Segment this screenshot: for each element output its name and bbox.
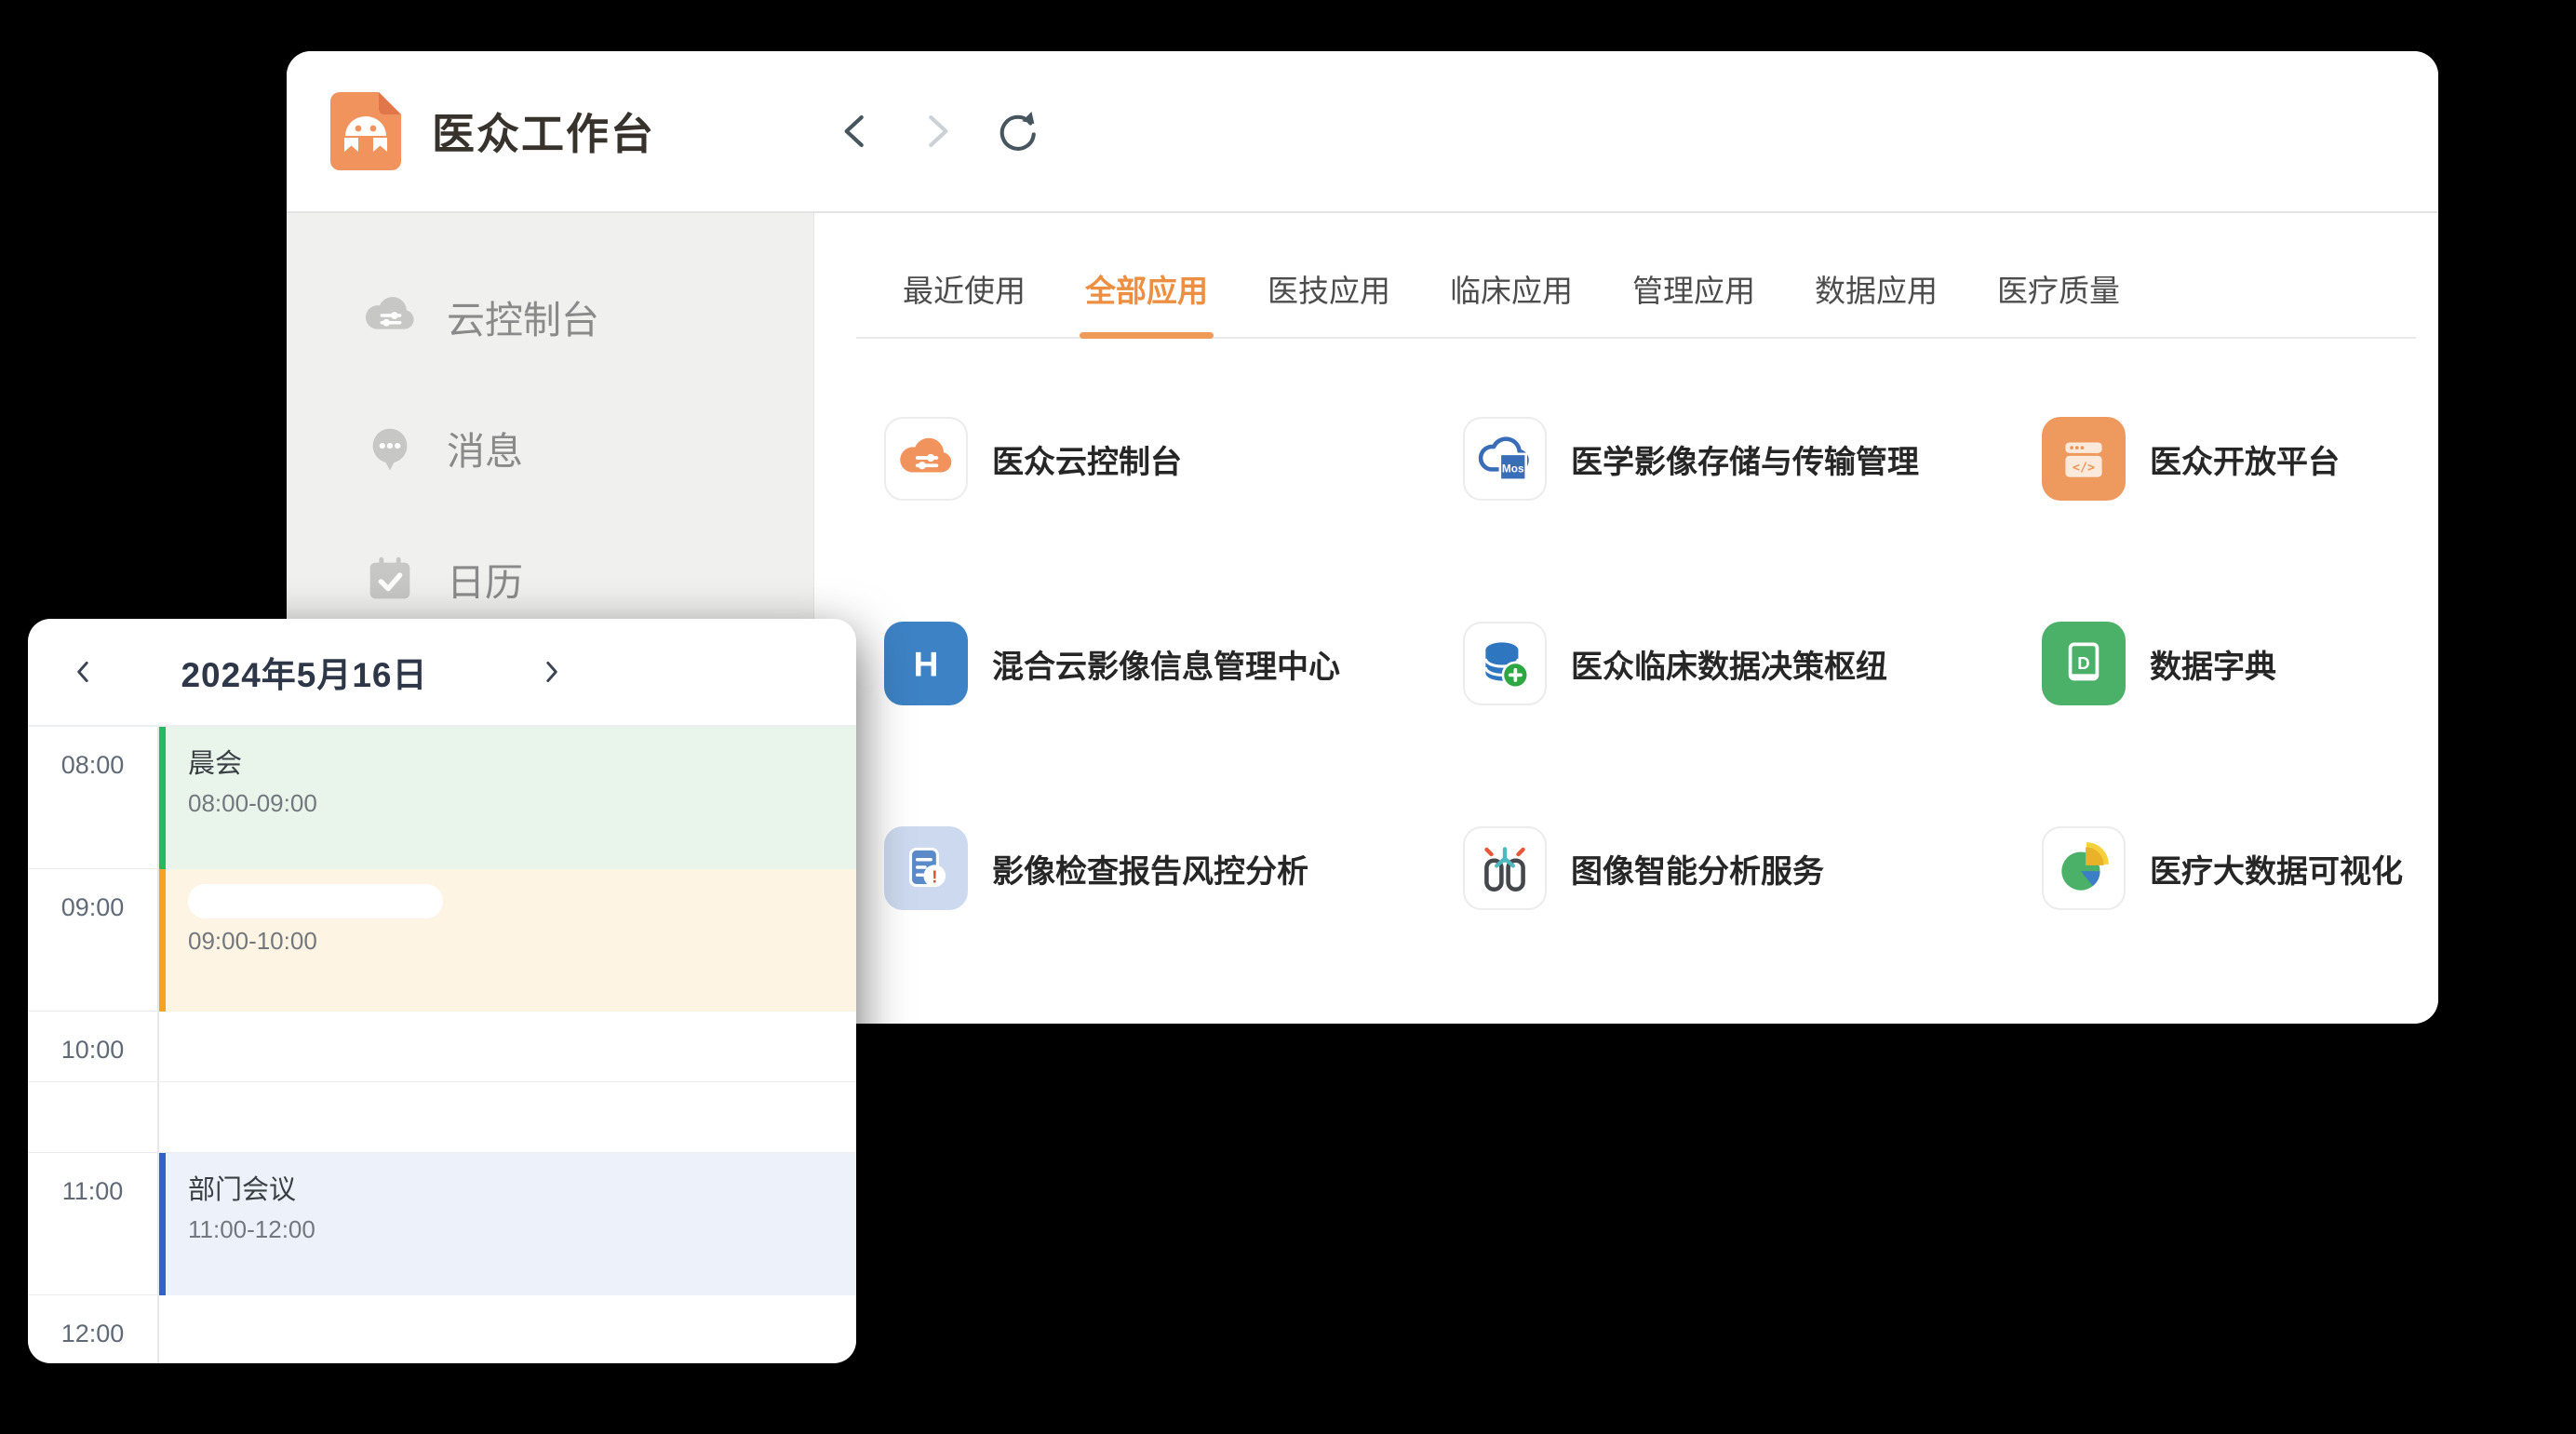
tab-4[interactable]: 临床应用 [1446, 266, 1576, 337]
window-header: 医众工作台 [287, 51, 2438, 213]
refresh-icon [993, 108, 1040, 154]
calendar-slot-08:00: 08:00 晨会 08:00-09:00 [28, 727, 856, 869]
app-label: 医学影像存储与传输管理 [1571, 436, 1919, 482]
svg-text:</>: </> [2073, 461, 2095, 475]
event-title: 晨会 [188, 742, 856, 781]
calendar-event[interactable]: 09:00-10:00 [159, 869, 856, 1012]
lungs-icon [1463, 826, 1547, 910]
h-letter-icon: H [884, 622, 968, 705]
database-plus-icon [1463, 622, 1547, 705]
event-time-range: 08:00-09:00 [188, 789, 856, 818]
calendar-slot-11:00: 11:00 部门会议 11:00-12:00 [28, 1153, 856, 1295]
chevron-right-icon [915, 110, 958, 153]
sidebar-item-label: 消息 [447, 420, 523, 476]
chevron-right-icon [535, 656, 567, 688]
messages-icon [361, 419, 419, 476]
app-item-4[interactable]: H 混合云影像信息管理中心 [884, 622, 1463, 705]
app-label: 混合云影像信息管理中心 [992, 641, 1340, 687]
sidebar-item-label: 云控制台 [447, 288, 599, 344]
slot-event-area[interactable] [159, 1082, 856, 1152]
chevron-left-icon [835, 110, 878, 153]
calendar-slot-12:00: 12:00 [28, 1295, 856, 1363]
data-dictionary-icon: D [2042, 622, 2126, 705]
back-button[interactable] [832, 107, 880, 155]
open-platform-icon: </> [2042, 417, 2126, 501]
tab-7[interactable]: 医疗质量 [1993, 266, 2124, 337]
calendar-day-view: 08:00 晨会 08:00-09:00 09:00 09:00-10:00 10… [28, 727, 856, 1363]
svg-text:D: D [2077, 653, 2089, 673]
app-item-9[interactable]: 医疗大数据可视化 [2042, 826, 2438, 910]
app-item-7[interactable]: ! 影像检查报告风控分析 [884, 826, 1463, 910]
time-label [28, 1082, 159, 1152]
event-time-range: 09:00-10:00 [188, 927, 856, 956]
calendar-panel: 2024年5月16日 08:00 晨会 08:00-09:00 09:00 09:… [28, 619, 856, 1363]
chevron-left-icon [68, 656, 100, 688]
app-item-8[interactable]: 图像智能分析服务 [1463, 826, 2042, 910]
tab-2[interactable]: 全部应用 [1081, 266, 1212, 337]
tab-1[interactable]: 最近使用 [899, 266, 1029, 337]
calendar-event[interactable]: 晨会 08:00-09:00 [159, 727, 856, 869]
sidebar-item-label: 日历 [447, 551, 523, 607]
calendar-header: 2024年5月16日 [28, 619, 856, 727]
svg-text:Mos: Mos [1502, 462, 1524, 475]
calendar-prev-button[interactable] [63, 651, 104, 692]
slot-event-area[interactable]: 部门会议 11:00-12:00 [159, 1153, 856, 1294]
sidebar-item-2[interactable]: 消息 [287, 382, 813, 513]
app-label: 医众临床数据决策枢纽 [1571, 641, 1887, 687]
calendar-next-button[interactable] [530, 651, 571, 692]
slot-event-area[interactable] [159, 1012, 856, 1081]
app-item-1[interactable]: 医众云控制台 [884, 417, 1463, 501]
cloud-console-icon [361, 288, 419, 345]
app-label: 影像检查报告风控分析 [992, 846, 1308, 891]
slot-event-area[interactable]: 晨会 08:00-09:00 [159, 727, 856, 868]
event-time-range: 11:00-12:00 [188, 1215, 856, 1244]
app-label: 医众开放平台 [2150, 436, 2340, 482]
slot-event-area[interactable]: 09:00-10:00 [159, 869, 856, 1011]
calendar-event[interactable]: 部门会议 11:00-12:00 [159, 1153, 856, 1295]
tab-5[interactable]: 管理应用 [1629, 266, 1759, 337]
app-label: 医疗大数据可视化 [2150, 846, 2403, 891]
svg-text:H: H [914, 644, 939, 683]
time-label: 11:00 [28, 1153, 159, 1294]
sidebar-item-1[interactable]: 云控制台 [287, 250, 813, 382]
desktop-canvas: { "colors":{ "accent":"#ed8f43", "accent… [0, 0, 2576, 1434]
calendar-slot-unlabeled [28, 1082, 856, 1153]
slot-event-area[interactable] [159, 1295, 856, 1363]
report-risk-icon: ! [884, 826, 968, 910]
mas-cloud-icon: Mos [1463, 417, 1547, 501]
event-title-redacted [188, 884, 443, 918]
calendar-slot-10:00: 10:00 [28, 1012, 856, 1082]
app-item-5[interactable]: 医众临床数据决策枢纽 [1463, 622, 2042, 705]
nav-controls [832, 107, 1040, 155]
refresh-button[interactable] [992, 107, 1040, 155]
calendar-date: 2024年5月16日 [104, 647, 504, 697]
time-label: 12:00 [28, 1295, 159, 1363]
app-item-6[interactable]: D 数据字典 [2042, 622, 2438, 705]
app-logo-icon [329, 92, 402, 170]
app-grid: 医众云控制台 Mos 医学影像存储与传输管理 </> 医众开放平台 H 混合云影… [814, 417, 2438, 910]
cloud-console-icon [884, 417, 968, 501]
app-category-tabs: 最近使用全部应用医技应用临床应用管理应用数据应用医疗质量 [814, 213, 2438, 337]
tab-6[interactable]: 数据应用 [1811, 266, 1941, 337]
event-title: 部门会议 [188, 1168, 856, 1207]
time-label: 10:00 [28, 1012, 159, 1081]
app-label: 数据字典 [2150, 641, 2276, 687]
svg-text:!: ! [932, 866, 937, 886]
time-label: 09:00 [28, 869, 159, 1011]
app-label: 医众云控制台 [992, 436, 1182, 482]
main-content: 最近使用全部应用医技应用临床应用管理应用数据应用医疗质量 医众云控制台 Mos … [814, 213, 2438, 1024]
forward-button[interactable] [912, 107, 960, 155]
calendar-check-icon [361, 550, 419, 608]
app-item-3[interactable]: </> 医众开放平台 [2042, 417, 2438, 501]
calendar-slot-09:00: 09:00 09:00-10:00 [28, 869, 856, 1012]
app-label: 图像智能分析服务 [1571, 846, 1824, 891]
tab-3[interactable]: 医技应用 [1264, 266, 1394, 337]
app-title: 医众工作台 [432, 101, 655, 162]
pie-chart-icon [2042, 826, 2126, 910]
time-label: 08:00 [28, 727, 159, 868]
app-item-2[interactable]: Mos 医学影像存储与传输管理 [1463, 417, 2042, 501]
